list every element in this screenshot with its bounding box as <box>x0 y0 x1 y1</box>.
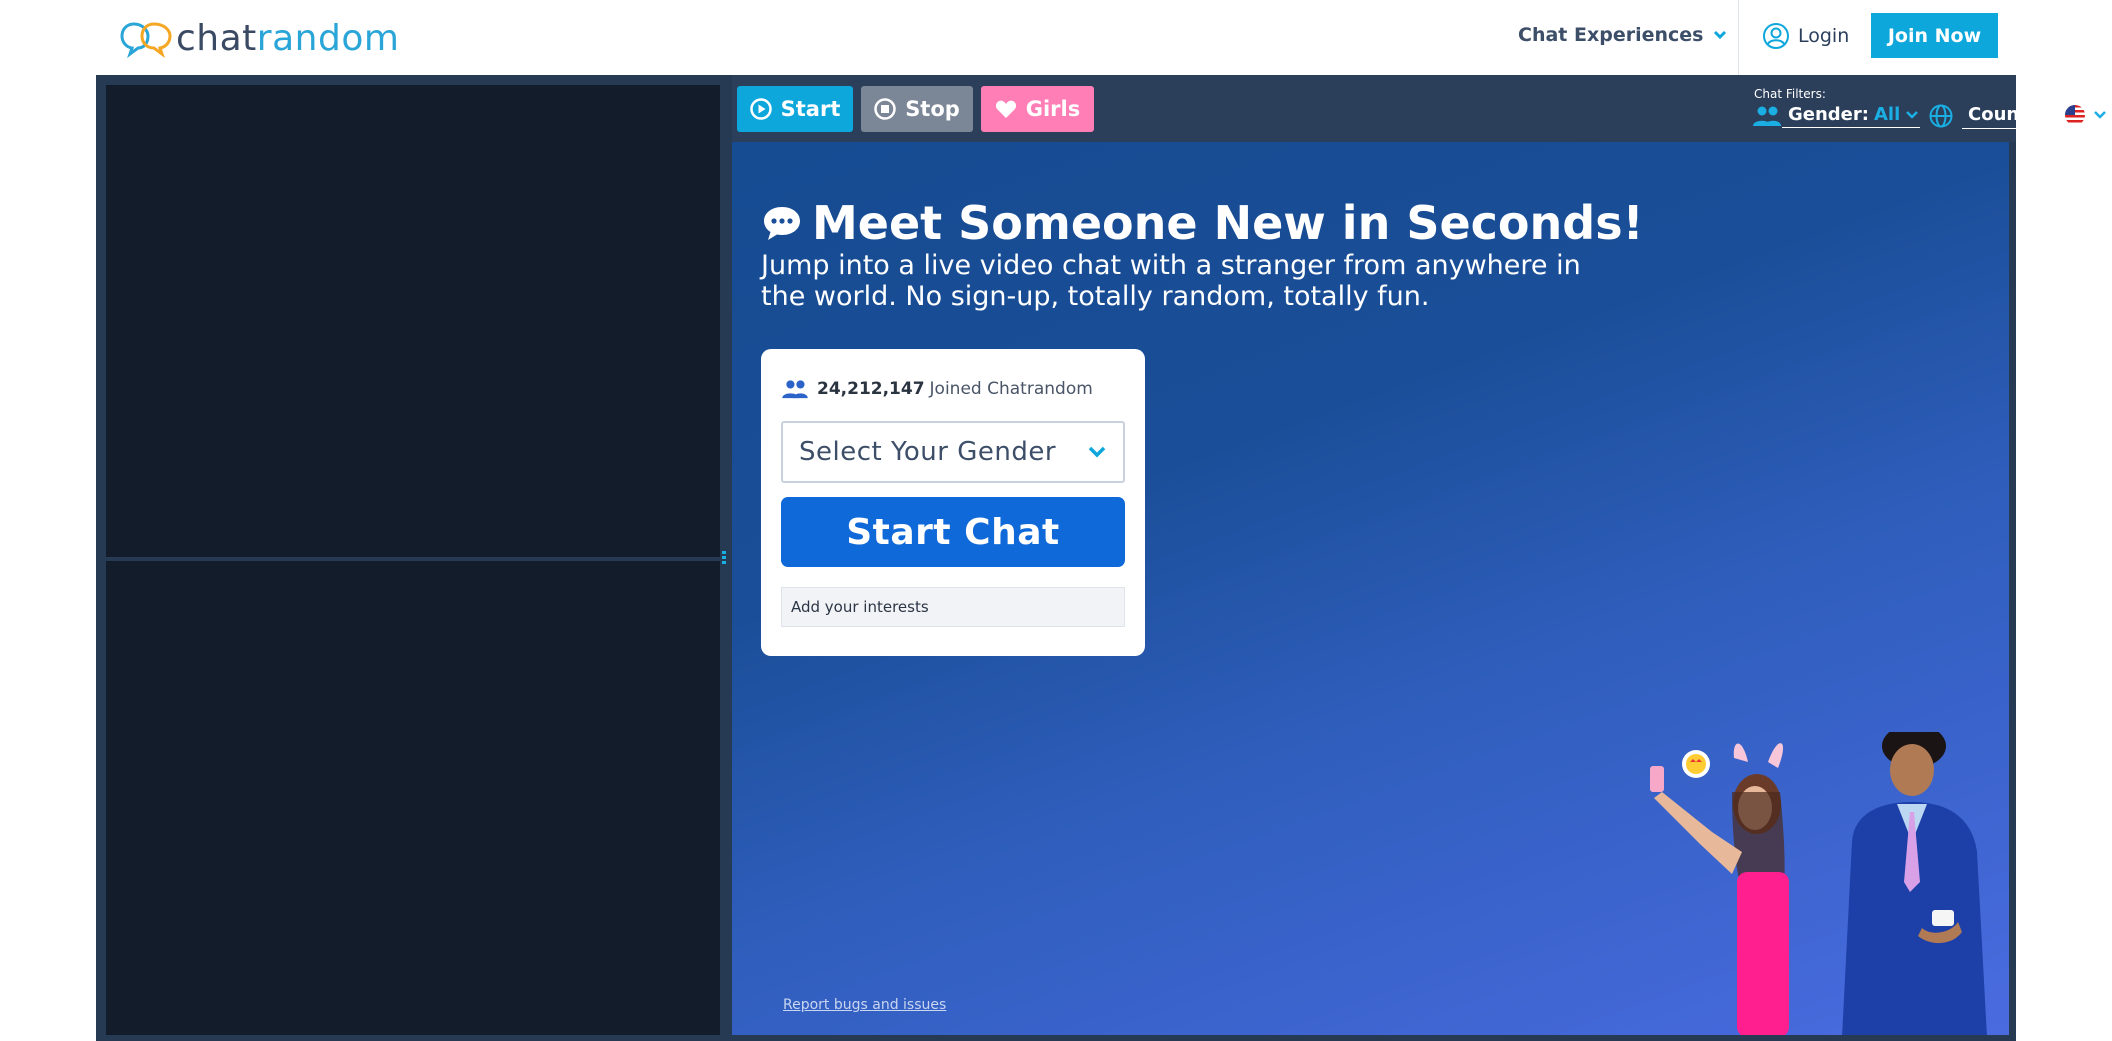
welcome-panel: Meet Someone New in Seconds! Jump into a… <box>732 142 2009 1035</box>
join-now-button[interactable]: Join Now <box>1871 13 1998 58</box>
gender-filter[interactable]: Gender: All <box>1752 102 1921 130</box>
interests-input[interactable]: Add your interests <box>781 587 1125 627</box>
welcome-subtitle: Jump into a live video chat with a stran… <box>761 250 1581 312</box>
logo-bubbles-icon <box>120 22 172 58</box>
gender-filter-label: Gender: <box>1788 104 1869 125</box>
chat-filters-title: Chat Filters: <box>1754 87 1826 101</box>
users-icon <box>782 380 808 399</box>
login-link[interactable]: Login <box>1762 22 1849 50</box>
stranger-video <box>106 85 720 557</box>
chevron-down-icon <box>1088 446 1106 458</box>
girls-label: Girls <box>1025 97 1081 121</box>
video-resize-handle[interactable] <box>722 551 727 567</box>
logo-text: chatrandom <box>176 17 400 59</box>
joined-counter: 24,212,147 Joined Chatrandom <box>781 379 1093 399</box>
start-chat-card: 24,212,147 Joined Chatrandom Select Your… <box>761 349 1145 656</box>
start-chat-button[interactable]: Start Chat <box>781 497 1125 567</box>
joined-text: Joined Chatrandom <box>929 379 1093 399</box>
gender-select[interactable]: Select Your Gender <box>781 421 1125 483</box>
start-button[interactable]: Start <box>737 86 853 132</box>
chevron-down-icon <box>1714 30 1727 40</box>
header-divider <box>1738 0 1739 75</box>
login-label: Login <box>1798 25 1850 47</box>
chat-app-frame: Start Stop Girls Chat Filters: Gender: A… <box>96 75 2108 1041</box>
chat-experiences-menu[interactable]: Chat Experiences <box>1518 24 1727 46</box>
users-icon <box>1753 106 1781 126</box>
welcome-headline: Meet Someone New in Seconds! <box>762 196 1644 250</box>
chevron-down-icon <box>2093 110 2106 119</box>
chat-bubble-icon <box>764 207 800 240</box>
heart-icon <box>995 100 1016 118</box>
user-circle-icon <box>1763 23 1789 49</box>
gender-select-placeholder: Select Your Gender <box>799 437 1057 467</box>
girls-button[interactable]: Girls <box>981 86 1094 132</box>
us-flag-icon <box>2064 104 2085 125</box>
play-circle-icon <box>749 98 772 120</box>
chevron-down-icon <box>1906 110 1919 119</box>
chatrandom-logo[interactable]: chatrandom <box>120 14 399 62</box>
self-video <box>106 561 720 1035</box>
chat-toolbar: Start Stop Girls Chat Filters: Gender: A… <box>732 75 2108 142</box>
headline-text: Meet Someone New in Seconds! <box>812 196 1644 250</box>
start-label: Start <box>780 97 841 121</box>
stop-circle-icon <box>874 98 896 120</box>
site-header: chatrandom Chat Experiences Login Join N… <box>0 0 2112 75</box>
gender-filter-value: All <box>1873 104 1901 125</box>
gender-filter-control[interactable]: Gender: All <box>1782 104 1921 128</box>
chat-experiences-label: Chat Experiences <box>1518 24 1704 46</box>
country-filter[interactable]: Country: <box>1928 102 2108 130</box>
country-filter-control[interactable]: Country: <box>1962 104 2108 129</box>
joined-count: 24,212,147 <box>817 379 925 399</box>
stop-label: Stop <box>905 97 960 121</box>
stop-button[interactable]: Stop <box>861 86 973 132</box>
couple-illustration <box>1650 732 1987 1035</box>
report-bugs-link[interactable]: Report bugs and issues <box>783 997 946 1013</box>
country-filter-label: Country: <box>1968 104 2056 125</box>
globe-icon <box>1929 104 1953 128</box>
